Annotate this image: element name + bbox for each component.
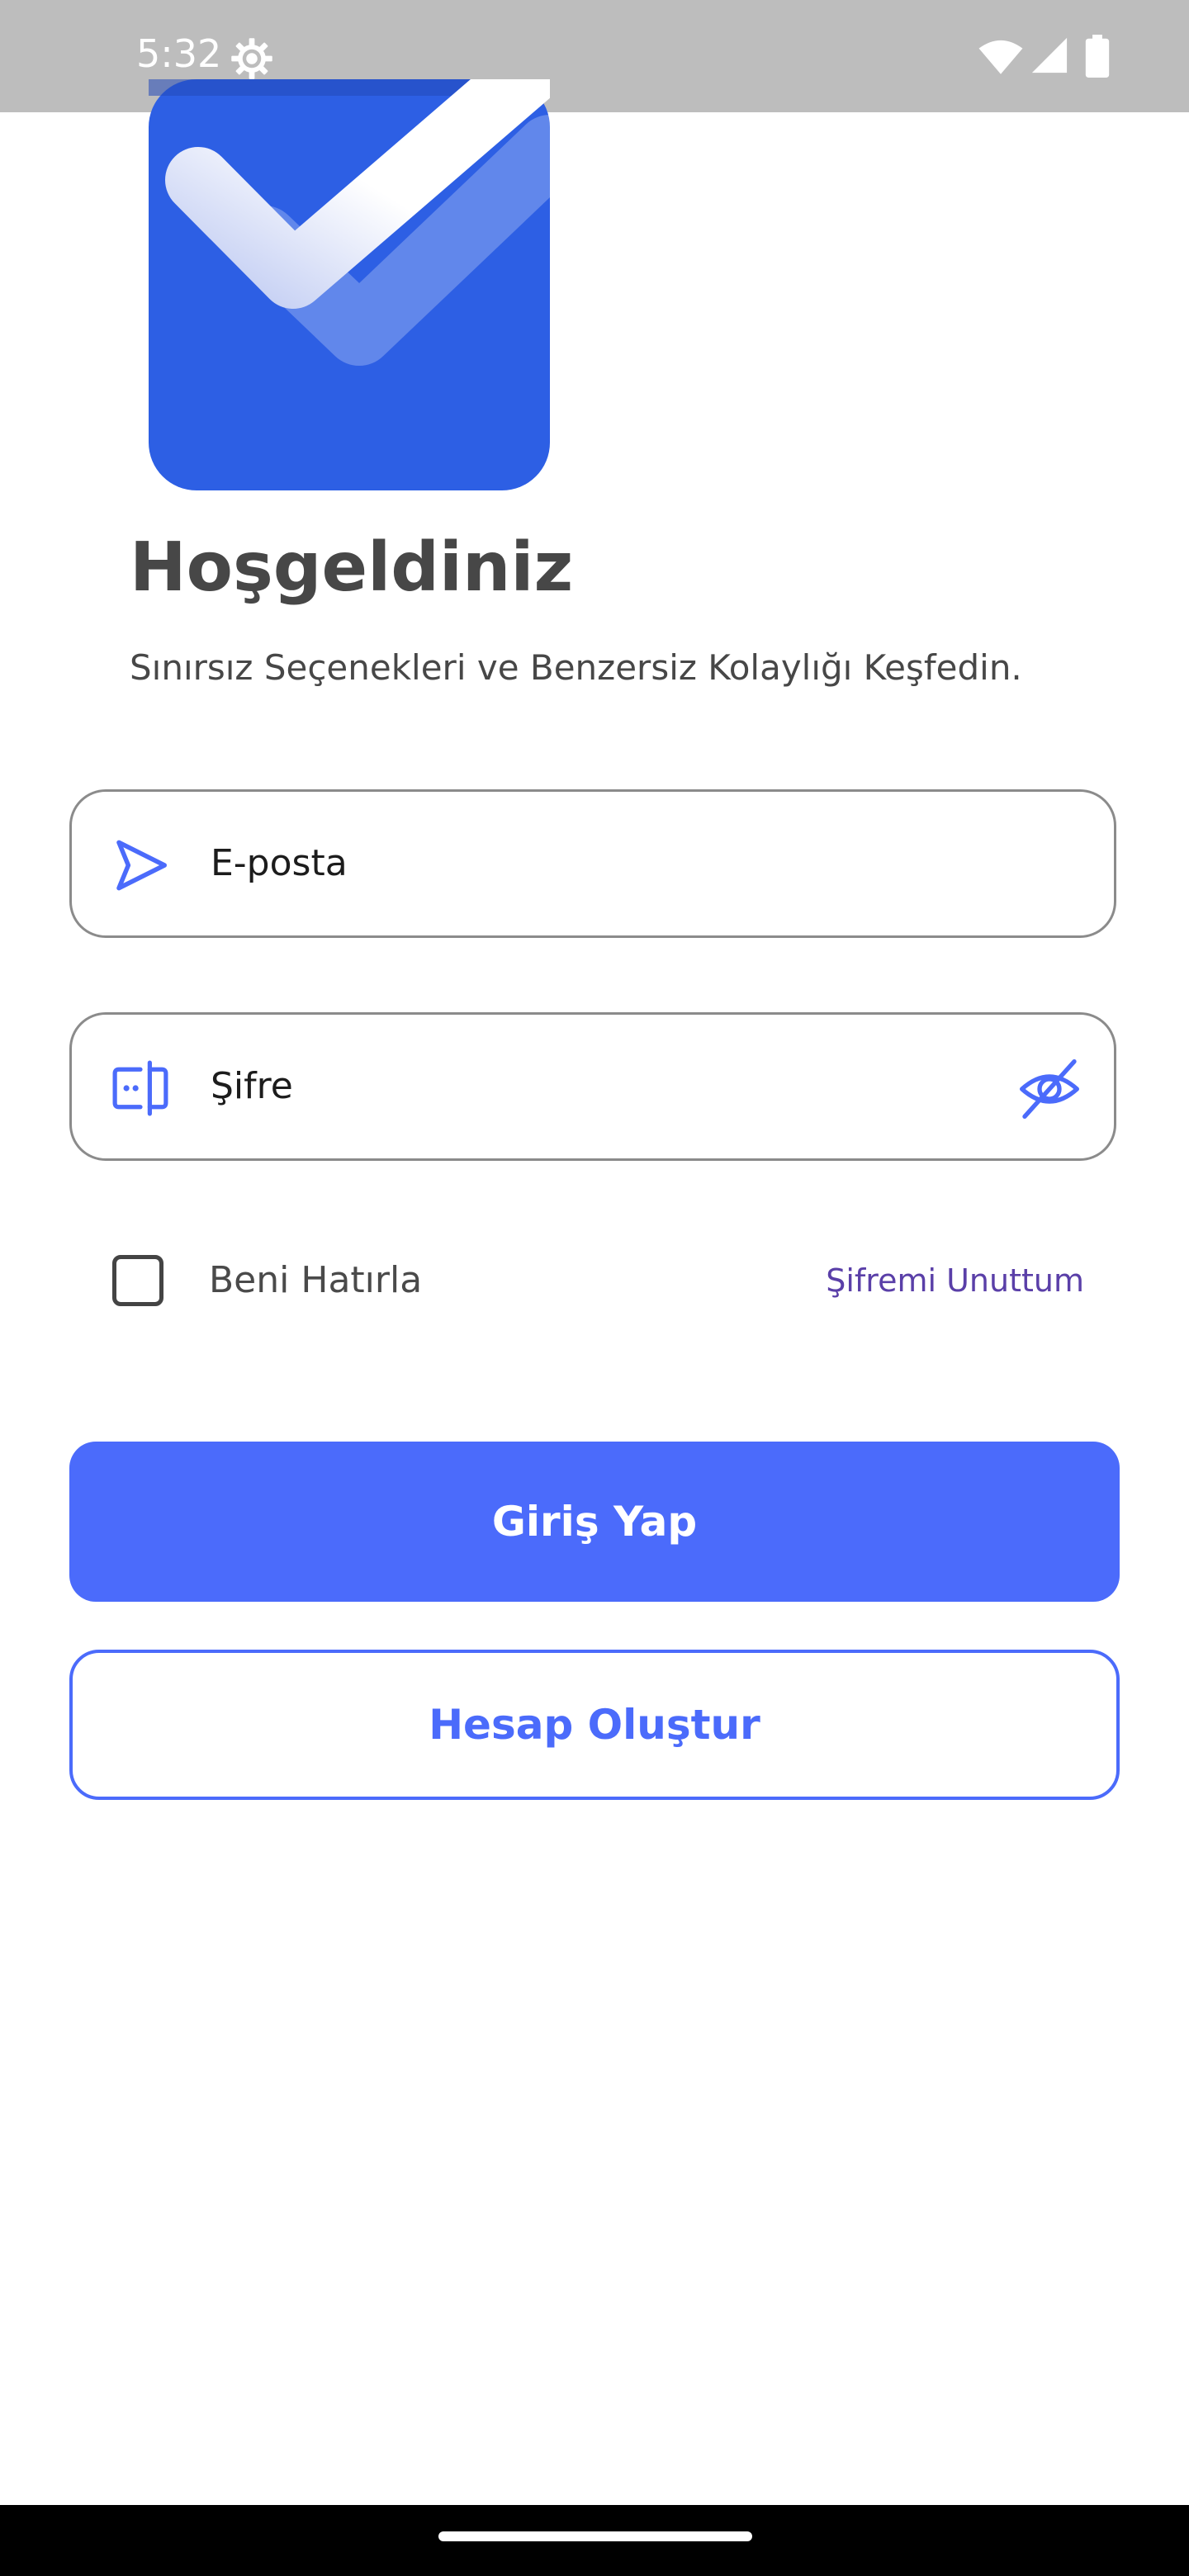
home-indicator[interactable] [438,2531,752,2541]
signal-icon [1031,37,1068,73]
status-time: 5:32 [136,31,222,76]
forgot-password-link[interactable]: Şifremi Unuttum [826,1255,1084,1306]
password-field[interactable]: Şifre [69,1012,1116,1161]
welcome-subtitle: Sınırsız Seçenekleri ve Benzersiz Kolayl… [130,647,1022,688]
app-logo [149,79,550,490]
email-placeholder: E-posta [211,842,348,884]
gear-icon [231,38,272,79]
create-account-button[interactable]: Hesap Oluştur [69,1650,1120,1800]
eye-off-icon[interactable] [1016,1056,1082,1122]
password-input-icon [112,1060,168,1116]
login-button[interactable]: Giriş Yap [69,1442,1120,1602]
remember-me-label[interactable]: Beni Hatırla [209,1253,422,1308]
battery-icon [1085,35,1110,78]
remember-me-checkbox[interactable] [112,1255,163,1306]
send-arrow-icon [116,840,168,891]
welcome-title: Hoşgeldiniz [130,528,574,607]
email-field[interactable]: E-posta [69,789,1116,938]
wifi-icon [978,40,1023,74]
password-placeholder: Şifre [211,1065,293,1107]
